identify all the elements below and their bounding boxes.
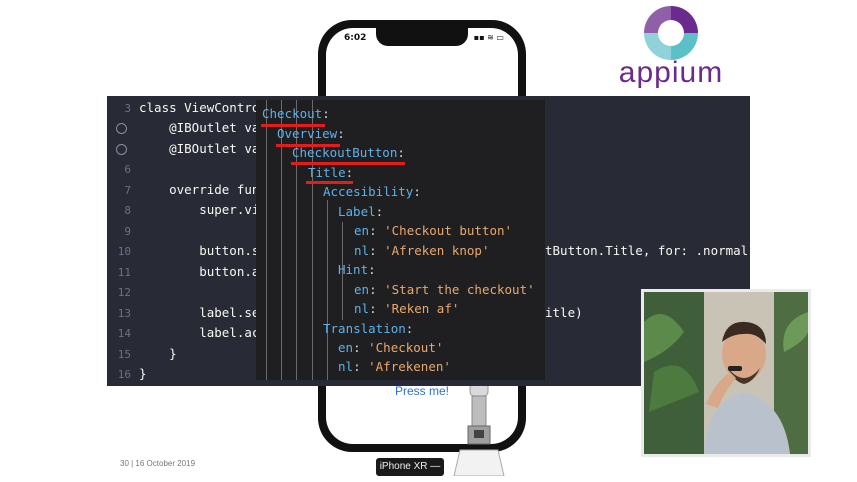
- yaml-line: en: 'Checkout button': [354, 223, 513, 238]
- yaml-line: Accesibility:: [323, 184, 421, 199]
- breakpoint-circle-icon[interactable]: [116, 144, 127, 155]
- code-line: 6: [124, 163, 131, 176]
- appium-wordmark: appium: [618, 56, 724, 89]
- code-line: 9: [124, 225, 131, 238]
- yaml-line: Translation:: [323, 321, 414, 336]
- yaml-line: Label:: [338, 204, 384, 219]
- speaker-camera-feed: [641, 289, 811, 457]
- code-line: 10 button.se: [117, 243, 267, 258]
- yaml-line: Checkout:: [262, 106, 330, 121]
- appium-logo-icon: [644, 6, 698, 60]
- status-bar-icons: ▪▪ ≋ ▭: [473, 33, 504, 42]
- code-line: 16}: [117, 366, 147, 381]
- yaml-line: nl: 'Afrekenen': [338, 359, 451, 374]
- yaml-line: Hint:: [338, 262, 376, 277]
- yaml-line: nl: 'Afreken knop': [354, 243, 490, 258]
- slide-footer: 30 | 16 October 2019: [120, 459, 196, 468]
- code-fragment: tButton.Title, for: .normal): [545, 243, 750, 258]
- code-line: 12: [117, 286, 131, 299]
- code-line: 11 button.ac: [117, 264, 267, 279]
- yaml-line: Title:: [308, 165, 354, 180]
- indent-guide: [266, 100, 267, 380]
- yaml-line: en: 'Checkout': [338, 340, 444, 355]
- code-line: 14 label.acc: [117, 325, 267, 340]
- yaml-localization-overlay: Checkout: Overview: CheckoutButton: Titl…: [256, 100, 545, 380]
- yaml-line: nl: 'Reken af': [354, 301, 460, 316]
- breakpoint-circle-icon[interactable]: [116, 123, 127, 134]
- phone-notch: [376, 28, 468, 46]
- yaml-line: en: 'Start the checkout': [354, 282, 535, 297]
- yaml-line: Overview:: [277, 126, 345, 141]
- code-line: 13 label.set: [117, 305, 267, 320]
- device-name-label: iPhone XR —: [376, 458, 444, 476]
- code-line: 3 class ViewControlle: [124, 100, 282, 115]
- speaker-person-icon: [644, 292, 808, 454]
- code-line: 8 super.vie: [124, 202, 267, 217]
- code-line: @IBOutlet var: [107, 139, 267, 159]
- appium-logo: appium: [612, 4, 730, 100]
- robot-finger-icon: [453, 382, 505, 476]
- speaker-video: [644, 292, 808, 454]
- code-fragment: itle): [545, 305, 583, 320]
- code-line: @IBOutlet var: [107, 118, 267, 138]
- indent-guide: [327, 200, 328, 380]
- status-bar-time: 6:02: [344, 33, 367, 43]
- code-line: 15 }: [117, 346, 177, 361]
- code-line: 7 override func: [124, 182, 267, 197]
- yaml-line: CheckoutButton:: [292, 145, 405, 160]
